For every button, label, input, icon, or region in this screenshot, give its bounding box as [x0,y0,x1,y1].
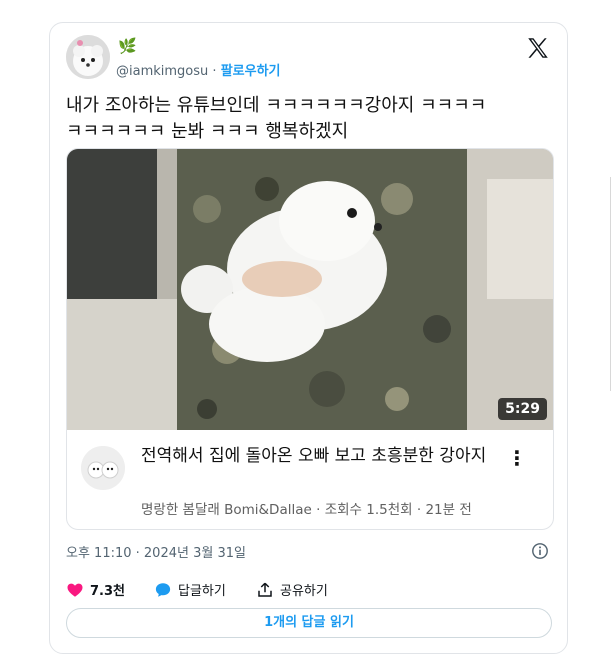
two-dogs-icon [81,446,125,490]
author-avatar[interactable] [66,35,110,79]
video-subtitle: 명랑한 봄달래 Bomi&Dallae · 조회수 1.5천회 · 21분 전 [141,498,472,518]
sprout-emoji-icon: 🌿 [118,37,137,55]
channel-avatar[interactable] [81,446,125,490]
video-info: 전역해서 집에 돌아온 오빠 보고 초흥분한 강아지 명랑한 봄달래 Bomi&… [67,430,553,529]
read-replies-button[interactable]: 1개의 답글 읽기 [66,608,552,638]
more-options-icon[interactable]: ⋮ [507,446,527,470]
video-duration: 5:29 [498,398,547,420]
dog-avatar-image [66,35,110,79]
video-stats: 조회수 1.5천회 · 21분 전 [324,502,472,518]
action-bar: 7.3천 답글하기 공유하기 [66,580,546,602]
tweet-timestamp[interactable]: 오후 11:10 · 2024년 3월 31일 [66,542,246,561]
channel-name[interactable]: 명랑한 봄달래 Bomi&Dallae [141,502,312,518]
info-icon[interactable] [531,542,549,560]
tweet-text-line-1: 내가 조아하는 유튜브인데 ㅋㅋㅋㅋㅋㅋ강아지 ㅋㅋㅋㅋ [66,95,487,116]
video-title[interactable]: 전역해서 집에 돌아온 오빠 보고 초흥분한 강아지 [141,444,511,468]
separator-dot: · [212,64,217,79]
tweet-text: 내가 조아하는 유튜브인데 ㅋㅋㅋㅋㅋㅋ강아지 ㅋㅋㅋㅋ ㅋㅋㅋㅋㅋㅋ 눈봐 ㅋ… [66,93,556,145]
follow-button[interactable]: 팔로우하기 [221,64,281,79]
video-thumbnail[interactable] [67,149,553,430]
edge-divider [610,177,611,391]
tweet-text-line-2: ㅋㅋㅋㅋㅋㅋ 눈봐 ㅋㅋㅋ 행복하겠지 [66,121,349,142]
like-button[interactable]: 7.3천 [66,580,125,599]
heart-icon [67,583,83,597]
reply-bubble-icon [155,582,171,597]
share-icon [258,582,272,597]
author-row: @iamkimgosu · 팔로우하기 [116,60,281,79]
share-button[interactable]: 공유하기 [256,580,328,599]
meta-separator: · [316,502,321,518]
reply-label: 답글하기 [178,584,226,599]
reply-button[interactable]: 답글하기 [154,580,226,599]
tweet-embed-card: 🌿 @iamkimgosu · 팔로우하기 내가 조아하는 유튜브인데 ㅋㅋㅋㅋ… [49,22,568,654]
x-logo-icon[interactable] [525,35,551,61]
youtube-embed[interactable]: 5:29 전역해서 집에 돌아온 오빠 보고 초흥분한 강아지 명랑한 봄달래 … [66,148,554,530]
share-label: 공유하기 [280,584,328,599]
author-handle[interactable]: @iamkimgosu [116,64,208,79]
like-count: 7.3천 [90,584,125,599]
